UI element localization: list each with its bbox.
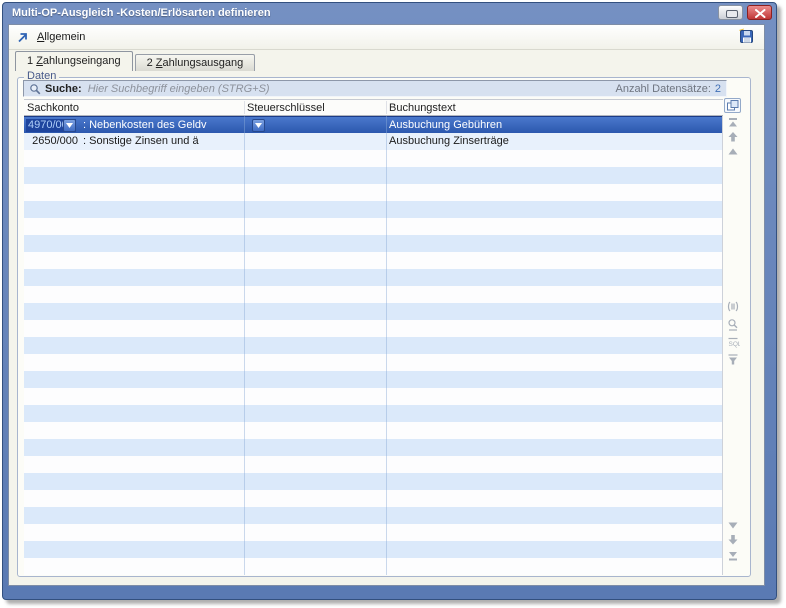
filter-icon[interactable] <box>726 353 741 367</box>
record-count-label: Anzahl Datensätze: <box>615 83 710 95</box>
search-label: Suche: <box>45 83 82 95</box>
window-title: Multi-OP-Ausgleich -Kosten/Erlösarten de… <box>12 7 271 19</box>
empty-row <box>24 150 722 167</box>
sachkonto-description: : Nebenkosten des Geldv <box>83 119 207 131</box>
buchungstext-value: Ausbuchung Zinserträge <box>389 135 509 147</box>
save-button[interactable] <box>738 28 757 47</box>
column-chooser-button[interactable] <box>724 98 741 113</box>
magnifier-icon <box>29 83 41 95</box>
window-close-button[interactable] <box>747 5 772 20</box>
grid-toolbar-rail: SQL <box>724 98 743 576</box>
scroll-to-bottom-icon[interactable] <box>726 549 741 563</box>
empty-row <box>24 320 722 337</box>
empty-row <box>24 286 722 303</box>
svg-text:SQL: SQL <box>729 341 741 348</box>
empty-row <box>24 252 722 269</box>
close-icon <box>755 9 766 18</box>
empty-row <box>24 218 722 235</box>
chevron-down-icon <box>66 123 73 128</box>
scroll-up-page-icon[interactable] <box>726 130 741 144</box>
chevron-down-icon <box>255 123 262 128</box>
empty-row <box>24 354 722 371</box>
sachkonto-description: : Sonstige Zinsen und ä <box>83 135 199 147</box>
window-restore-icon <box>726 10 738 18</box>
title-bar[interactable]: Multi-OP-Ausgleich -Kosten/Erlösarten de… <box>3 3 776 24</box>
table-row[interactable]: 2650/000 : Sonstige Zinsen und ä Ausbuchun… <box>24 133 722 150</box>
scroll-down-page-icon[interactable] <box>726 533 741 547</box>
grid-rows: 4970/000: Nebenkosten des GeldvAusbuchun… <box>24 116 723 575</box>
window-restore-button[interactable] <box>718 5 743 20</box>
toolbar: Allgemein <box>9 25 764 50</box>
empty-row <box>24 388 722 405</box>
empty-row <box>24 422 722 439</box>
empty-row <box>24 524 722 541</box>
empty-row <box>24 184 722 201</box>
scroll-down-icon[interactable] <box>726 519 741 533</box>
empty-row <box>24 439 722 456</box>
empty-row <box>24 456 722 473</box>
dropdown-button[interactable] <box>252 119 265 132</box>
empty-row <box>24 201 722 218</box>
table-row[interactable]: 4970/000: Nebenkosten des GeldvAusbuchun… <box>24 116 722 133</box>
sachkonto-value: 2650/000 <box>26 135 78 147</box>
menu-allgemein[interactable]: Allgemein <box>33 25 89 49</box>
record-count-value: 2 <box>715 83 721 95</box>
dropdown-button[interactable] <box>63 119 76 132</box>
tab-bar: 1 Zahlungseingang2 Zahlungsausgang <box>15 49 257 71</box>
header-separator <box>386 101 387 114</box>
empty-row <box>24 541 722 558</box>
sql-icon[interactable]: SQL <box>726 336 741 350</box>
header-separator <box>244 101 245 114</box>
empty-row <box>24 235 722 252</box>
arrow-north-east-icon <box>16 31 29 44</box>
empty-row <box>24 371 722 388</box>
search-placeholder: Hier Suchbegriff eingeben (STRG+S) <box>88 83 270 95</box>
column-header-2[interactable]: Steuerschlüssel <box>247 102 325 114</box>
scroll-to-top-icon[interactable] <box>726 116 741 130</box>
empty-row <box>24 303 722 320</box>
save-floppy-icon <box>738 28 755 45</box>
client-area: Allgemein 1 Zahlungseingang2 Zahlungsaus… <box>8 24 765 586</box>
daten-groupbox: Daten Suche: Hier Suchbegriff eingeben (… <box>17 77 751 577</box>
empty-row <box>24 167 722 184</box>
empty-row <box>24 558 722 575</box>
search-bar[interactable]: Suche: Hier Suchbegriff eingeben (STRG+S… <box>23 80 727 97</box>
tab-2[interactable]: 2 Zahlungsausgang <box>135 54 256 71</box>
tab-1[interactable]: 1 Zahlungseingang <box>15 51 133 71</box>
column-header-3[interactable]: Buchungstext <box>389 102 456 114</box>
empty-row <box>24 269 722 286</box>
grid-header: Sachkonto Steuerschlüssel Buchungstext <box>24 99 723 116</box>
scroll-up-icon[interactable] <box>726 145 741 159</box>
column-header-1[interactable]: Sachkonto <box>27 102 79 114</box>
empty-row <box>24 490 722 507</box>
empty-row <box>24 405 722 422</box>
empty-row <box>24 337 722 354</box>
buchungstext-value: Ausbuchung Gebühren <box>389 119 502 131</box>
app-window: Multi-OP-Ausgleich -Kosten/Erlösarten de… <box>2 2 777 600</box>
empty-row <box>24 473 722 490</box>
search-icon[interactable] <box>726 318 741 332</box>
empty-row <box>24 507 722 524</box>
autofit-columns-icon[interactable] <box>726 300 741 314</box>
